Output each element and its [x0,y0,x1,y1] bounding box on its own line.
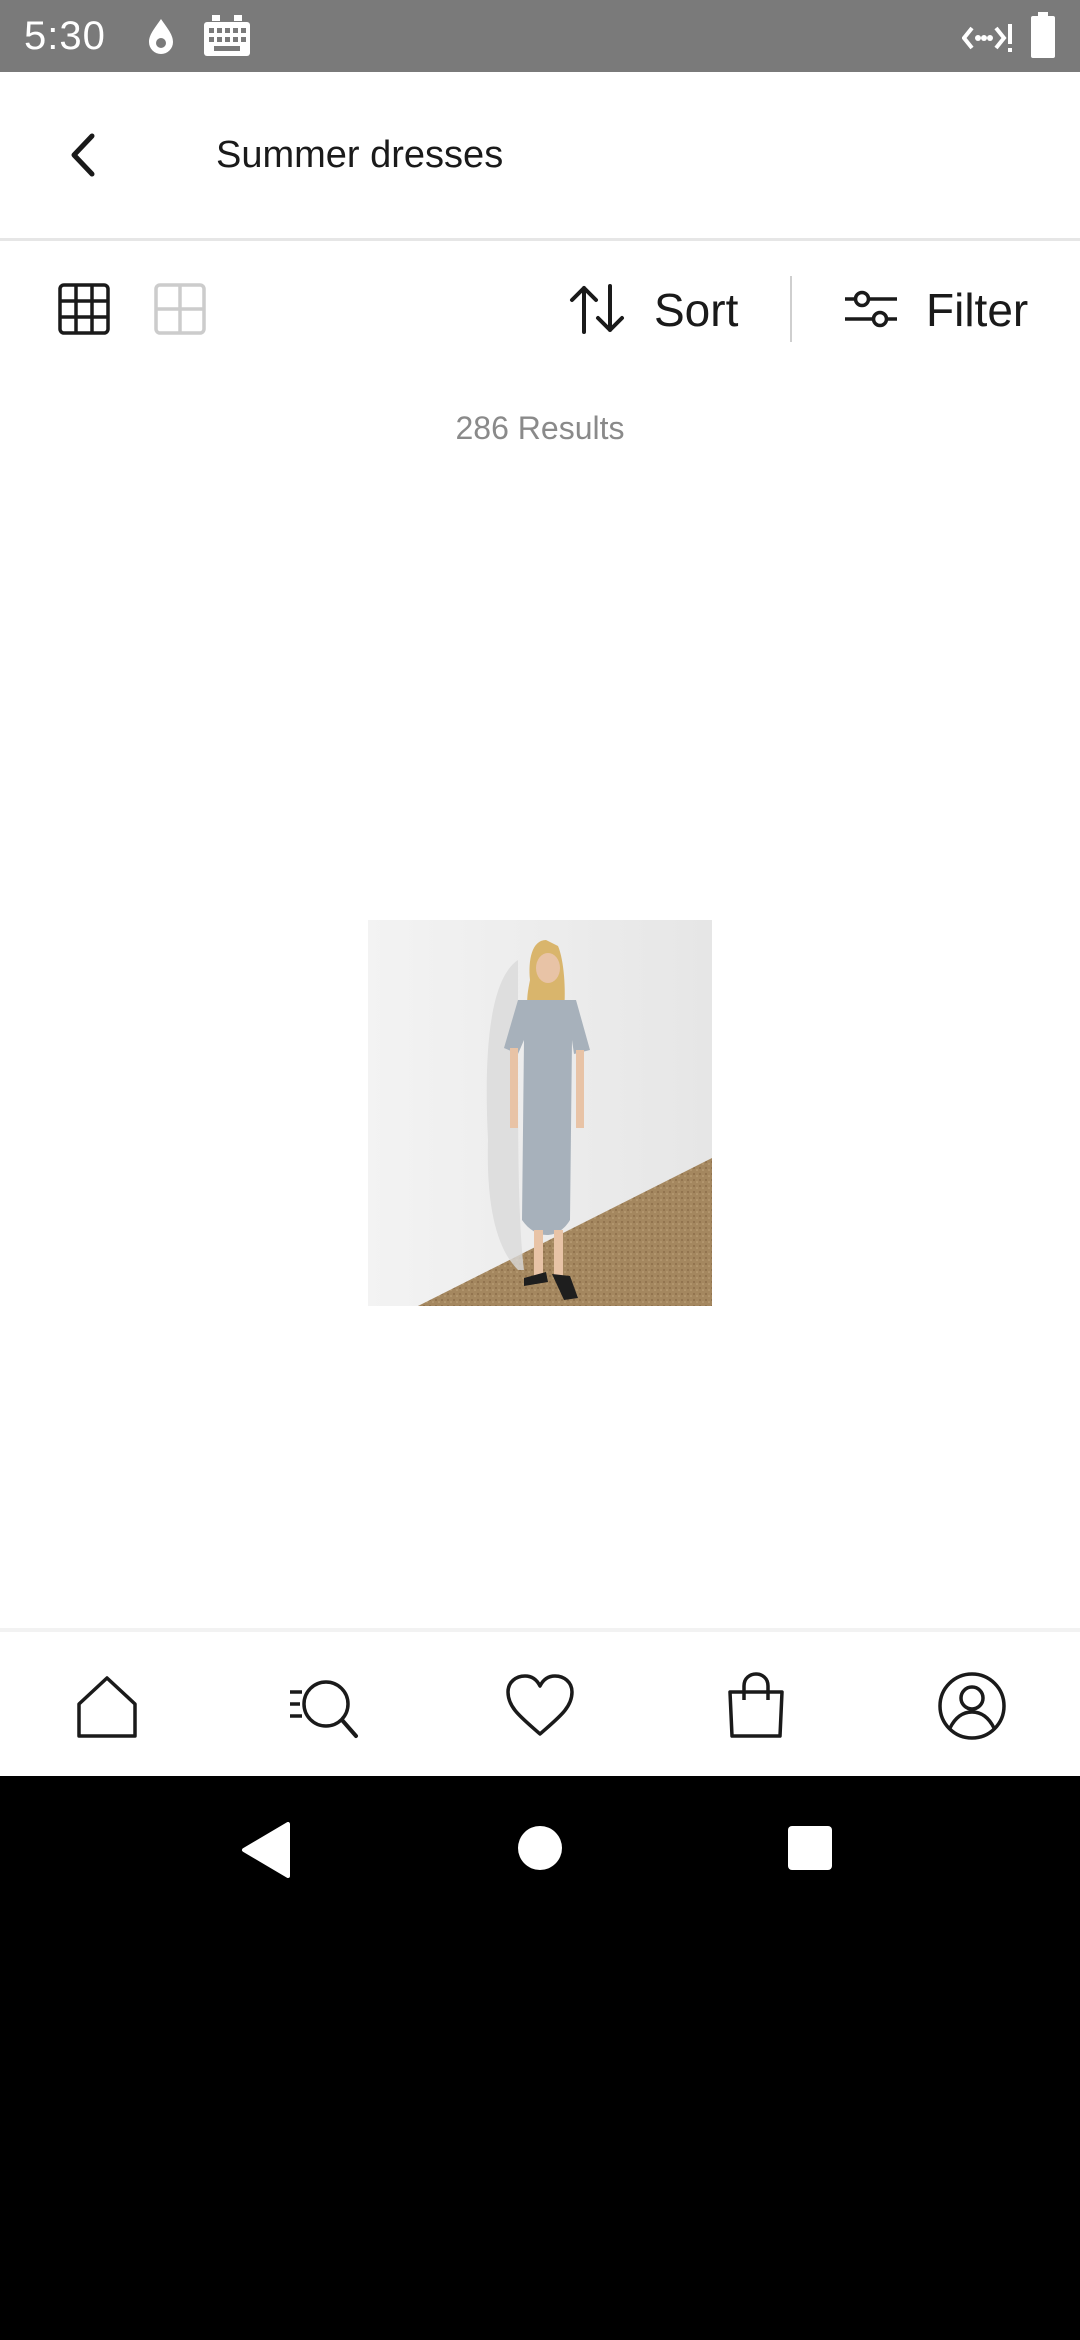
page-title: Summer dresses [216,134,504,176]
grid-3-column-button[interactable] [57,282,111,336]
filter-button[interactable]: Filter [842,274,1042,344]
product-image[interactable] [368,920,712,1306]
home-circle-icon[interactable] [516,1824,564,1872]
listing-toolbar: Sort Filter [0,244,1080,374]
toolbar-divider [790,276,792,342]
sort-label: Sort [654,284,739,336]
status-time: 5:30 [24,14,106,58]
bottom-navigation [0,1628,1080,1780]
filter-sliders-icon [845,290,897,328]
results-count: 286 Results [455,410,625,446]
system-navigation-bar [0,1776,1080,2340]
filter-label: Filter [926,284,1029,336]
back-button[interactable] [52,122,118,188]
status-bar: 5:30 [0,0,1080,72]
data-drop-icon [149,19,173,54]
keyboard-icon [204,15,250,56]
sort-button[interactable]: Sort [566,274,766,344]
battery-icon [1031,12,1055,58]
shopping-bag-icon[interactable] [720,1670,792,1742]
home-icon[interactable] [71,1670,143,1742]
grid-2-column-button[interactable] [153,282,207,336]
recents-square-icon[interactable] [786,1824,834,1872]
account-icon[interactable] [936,1670,1008,1742]
heart-icon[interactable] [504,1670,576,1742]
sort-arrows-icon [570,284,624,334]
app-bar: Summer dresses [0,72,1080,241]
back-triangle-icon[interactable] [240,1822,290,1878]
search-icon[interactable] [288,1670,360,1742]
wifi-calling-icon [962,24,1012,52]
